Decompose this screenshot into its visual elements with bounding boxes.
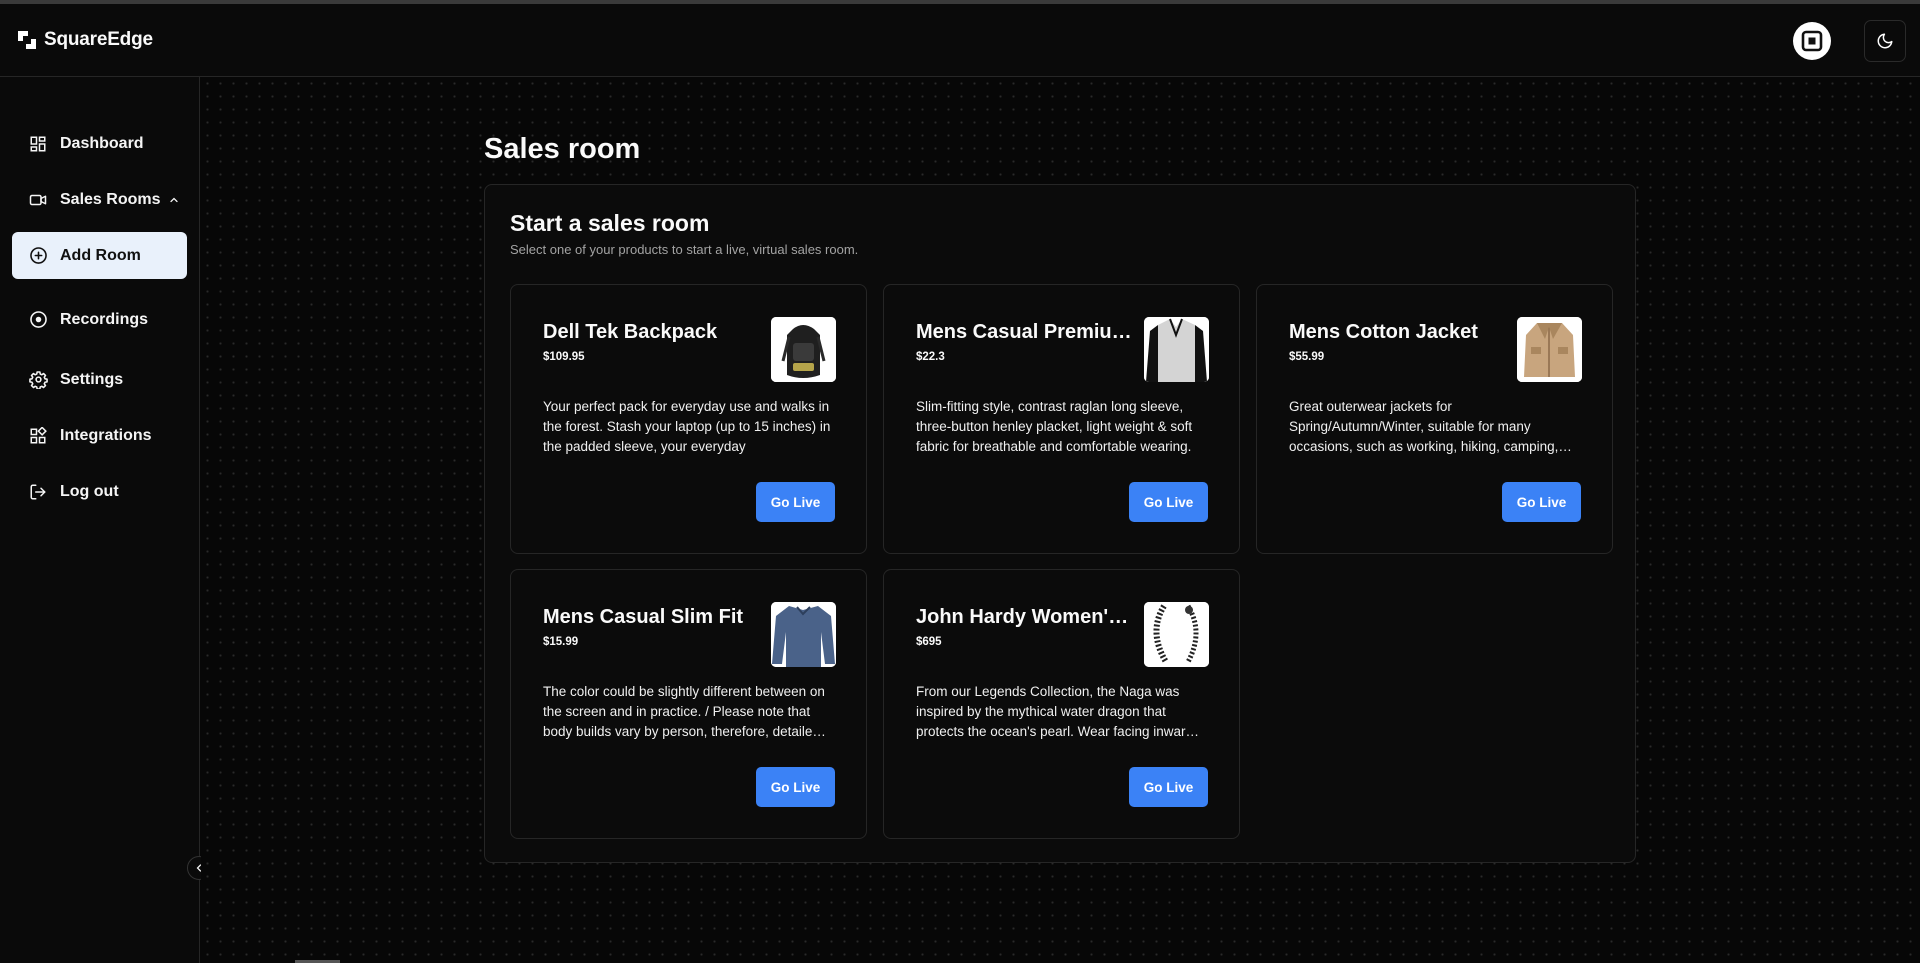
product-title: Dell Tek Backpack — [543, 321, 718, 343]
plus-circle-icon — [28, 246, 48, 266]
product-price: $695 — [916, 636, 942, 648]
page-title: Sales room — [484, 133, 641, 165]
product-card: Mens Casual Premium Slim Fit T-Shirts $2… — [883, 284, 1240, 554]
product-image — [1144, 602, 1209, 667]
product-image — [1144, 317, 1209, 382]
product-description: Great outerwear jackets for Spring/Autum… — [1289, 399, 1559, 454]
product-card: Mens Casual Slim Fit $15.99 The color co… — [510, 569, 867, 839]
dashboard-icon — [28, 134, 48, 154]
go-live-button[interactable]: Go Live — [1502, 482, 1581, 522]
sidebar-item-sales-rooms[interactable]: Sales Rooms — [12, 176, 187, 223]
sidebar-item-dashboard[interactable]: Dashboard — [12, 120, 187, 167]
theme-toggle-button[interactable] — [1864, 20, 1906, 62]
product-title: Mens Casual Slim Fit — [543, 606, 744, 628]
product-title: Mens Cotton Jacket — [1289, 321, 1478, 343]
go-live-button[interactable]: Go Live — [756, 767, 835, 807]
go-live-button[interactable]: Go Live — [1129, 482, 1208, 522]
product-title: Mens Casual Premium Slim Fit T-Shirts — [916, 321, 1136, 343]
record-icon — [28, 310, 48, 330]
sidebar-item-label: Add Room — [60, 246, 141, 264]
sidebar-item-logout[interactable]: Log out — [12, 468, 187, 515]
product-price: $15.99 — [543, 636, 579, 648]
longsleeve-shirt-image — [771, 602, 836, 667]
product-card: John Hardy Women's Legends Naga Bracelet… — [883, 569, 1240, 839]
sidebar-item-label: Dashboard — [60, 134, 144, 152]
go-live-button[interactable]: Go Live — [1129, 767, 1208, 807]
gear-icon — [28, 370, 48, 390]
start-sales-room-panel: Start a sales room Select one of your pr… — [484, 184, 1636, 863]
sidebar-item-label: Integrations — [60, 426, 152, 444]
product-price: $109.95 — [543, 351, 585, 363]
sidebar-item-settings[interactable]: Settings — [12, 356, 187, 403]
sidebar-item-label: Recordings — [60, 310, 149, 328]
brand[interactable]: SquareEdge — [16, 29, 153, 51]
main-content: Sales room Start a sales room Select one… — [201, 77, 1920, 963]
square-logo-icon — [1801, 30, 1823, 52]
product-price: $55.99 — [1289, 351, 1325, 363]
chevron-up-icon — [168, 194, 180, 206]
squareedge-logo-icon — [18, 31, 36, 49]
product-description: Slim-fitting style, contrast raglan long… — [916, 399, 1193, 454]
sidebar: Dashboard Sales Rooms Add Room Recording… — [0, 77, 200, 963]
logout-icon — [28, 482, 48, 502]
top-header: SquareEdge — [0, 4, 1920, 77]
sidebar-item-integrations[interactable]: Integrations — [12, 412, 187, 459]
product-image — [1517, 317, 1582, 382]
video-camera-icon — [28, 190, 48, 210]
product-description: Your perfect pack for everyday use and w… — [543, 399, 831, 454]
bracelet-image — [1144, 602, 1209, 667]
brand-name: SquareEdge — [44, 29, 153, 50]
sidebar-item-label: Sales Rooms — [60, 190, 161, 208]
moon-icon — [1877, 33, 1893, 49]
panel-subtitle: Select one of your products to start a l… — [510, 242, 859, 257]
user-avatar-button[interactable] — [1793, 22, 1831, 60]
integrations-icon — [28, 426, 48, 446]
product-description: From our Legends Collection, the Naga wa… — [916, 684, 1193, 739]
product-description: The color could be slightly different be… — [543, 684, 825, 739]
sidebar-item-add-room[interactable]: Add Room — [12, 232, 187, 279]
product-image — [771, 317, 836, 382]
product-price: $22.3 — [916, 351, 945, 363]
product-title: John Hardy Women's Legends Naga Bracelet — [916, 606, 1136, 628]
panel-title: Start a sales room — [510, 210, 710, 236]
sidebar-item-recordings[interactable]: Recordings — [12, 296, 187, 343]
go-live-button[interactable]: Go Live — [756, 482, 835, 522]
sidebar-item-label: Log out — [60, 482, 119, 500]
product-image — [771, 602, 836, 667]
product-card: Dell Tek Backpack $109.95 Your perfect p… — [510, 284, 867, 554]
backpack-image — [771, 317, 836, 382]
product-card: Mens Cotton Jacket $55.99 Great outerwea… — [1256, 284, 1613, 554]
tshirt-image — [1144, 317, 1209, 382]
jacket-image — [1517, 317, 1582, 382]
sidebar-item-label: Settings — [60, 370, 124, 388]
